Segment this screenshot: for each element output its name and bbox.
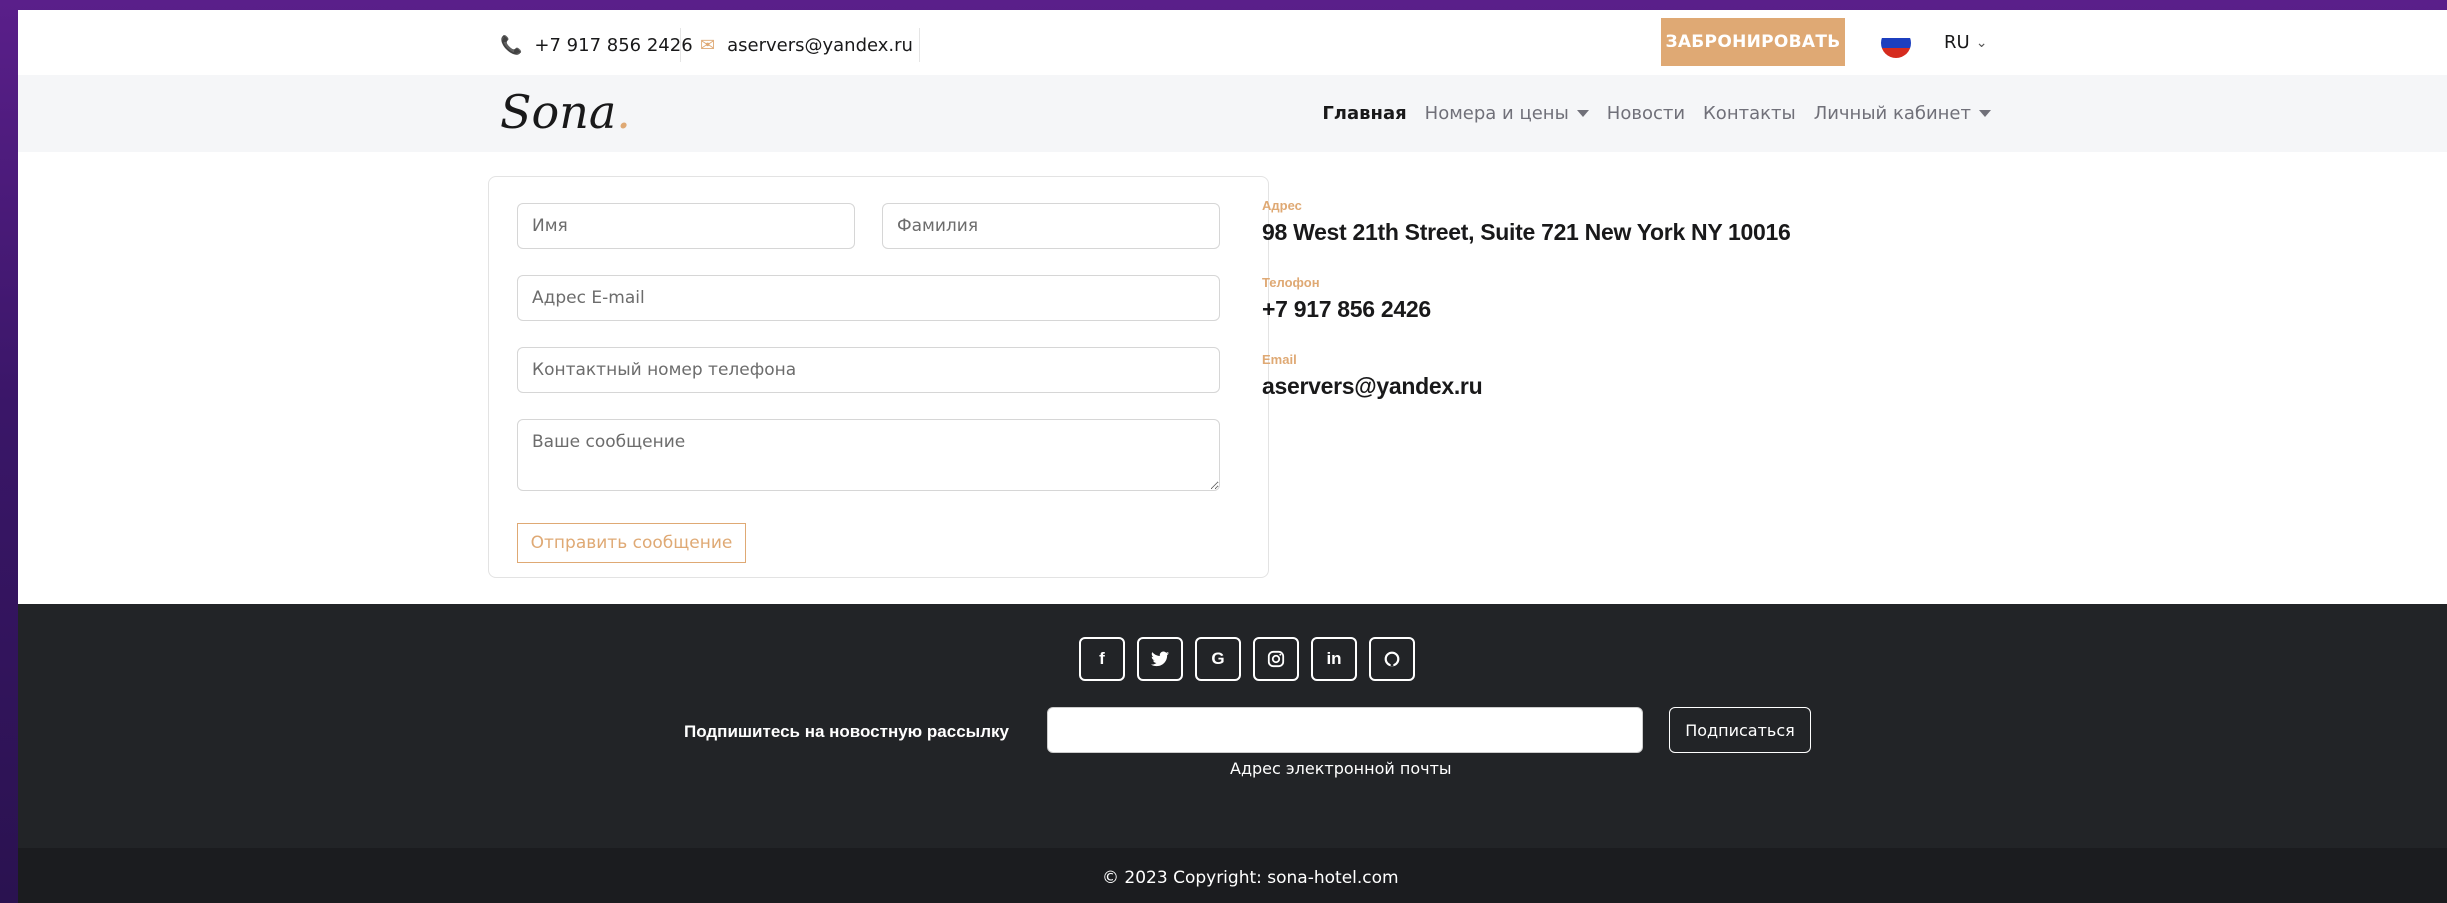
nav-item-account-label: Личный кабинет <box>1813 103 1971 124</box>
email-value: aservers@yandex.ru <box>1262 373 1483 399</box>
phone-icon: 📞 <box>500 34 523 56</box>
linkedin-icon[interactable]: in <box>1311 637 1357 681</box>
subscribe-hint: Адрес электронной почты <box>1230 759 1452 778</box>
subscribe-label: Подпишитесь на новостную рассылку <box>684 722 1009 741</box>
phone-value: +7 917 856 2426 <box>1262 296 1431 322</box>
twitter-icon[interactable] <box>1137 637 1183 681</box>
phone-label: Телофон <box>1262 275 1320 290</box>
nav-bar: Sona. Главная Номера и цены Новости Конт… <box>18 75 2447 152</box>
subscribe-button[interactable]: Подписаться <box>1669 707 1811 753</box>
language-selector[interactable]: RU ⌄ <box>1944 32 1987 53</box>
divider <box>680 28 681 62</box>
envelope-icon: ✉ <box>700 34 716 56</box>
top-email-text: aservers@yandex.ru <box>727 34 913 56</box>
logo-dot: . <box>616 85 631 139</box>
facebook-icon[interactable]: f <box>1079 637 1125 681</box>
top-email[interactable]: ✉ aservers@yandex.ru <box>700 30 913 60</box>
address-block: Адрес 98 West 21th Street, Suite 721 New… <box>1262 198 1791 246</box>
nav-item-contacts[interactable]: Контакты <box>1703 103 1796 124</box>
google-icon[interactable]: G <box>1195 637 1241 681</box>
copyright-bar: © 2023 Copyright: sona-hotel.com <box>18 848 2447 903</box>
nav-item-rooms[interactable]: Номера и цены <box>1425 103 1589 124</box>
instagram-icon[interactable] <box>1253 637 1299 681</box>
email-label: Email <box>1262 352 1297 367</box>
email-input[interactable] <box>517 275 1220 321</box>
divider <box>919 28 920 62</box>
caret-down-icon <box>1979 110 1991 117</box>
copyright-text: © 2023 Copyright: sona-hotel.com <box>1102 868 1399 888</box>
phone-input[interactable] <box>517 347 1220 393</box>
language-label: RU <box>1944 32 1970 53</box>
chevron-down-icon: ⌄ <box>1975 34 1988 51</box>
contact-form: Отправить сообщение <box>488 176 1269 578</box>
footer: f G in Подпишитесь на новостную рассылку… <box>18 604 2447 848</box>
address-value: 98 West 21th Street, Suite 721 New York … <box>1262 219 1791 245</box>
book-button[interactable]: ЗАБРОНИРОВАТЬ <box>1661 18 1845 66</box>
top-phone[interactable]: 📞 +7 917 856 2426 <box>500 30 693 60</box>
caret-down-icon <box>1576 110 1589 117</box>
send-message-button[interactable]: Отправить сообщение <box>517 523 746 563</box>
last-name-input[interactable] <box>882 203 1220 249</box>
top-phone-text: +7 917 856 2426 <box>534 34 693 56</box>
email-block: Email aservers@yandex.ru <box>1262 352 1483 400</box>
social-links: f G in <box>1079 637 1415 681</box>
logo-text: Sona <box>500 85 617 139</box>
subscribe-email-input[interactable] <box>1047 707 1643 753</box>
main-nav: Главная Номера и цены Новости Контакты Л… <box>1322 103 1991 124</box>
nav-item-rooms-label: Номера и цены <box>1424 103 1569 124</box>
message-textarea[interactable] <box>517 419 1220 491</box>
top-bar: 📞 +7 917 856 2426 ✉ aservers@yandex.ru З… <box>18 10 2447 75</box>
logo[interactable]: Sona. <box>500 85 631 139</box>
russia-flag-icon[interactable] <box>1881 28 1911 58</box>
nav-item-news[interactable]: Новости <box>1607 103 1685 124</box>
nav-item-account[interactable]: Личный кабинет <box>1814 103 1991 124</box>
github-icon[interactable] <box>1369 637 1415 681</box>
nav-item-home[interactable]: Главная <box>1322 103 1406 124</box>
phone-block: Телофон +7 917 856 2426 <box>1262 275 1431 323</box>
page: 📞 +7 917 856 2426 ✉ aservers@yandex.ru З… <box>18 10 2447 903</box>
address-label: Адрес <box>1262 198 1302 213</box>
first-name-input[interactable] <box>517 203 855 249</box>
